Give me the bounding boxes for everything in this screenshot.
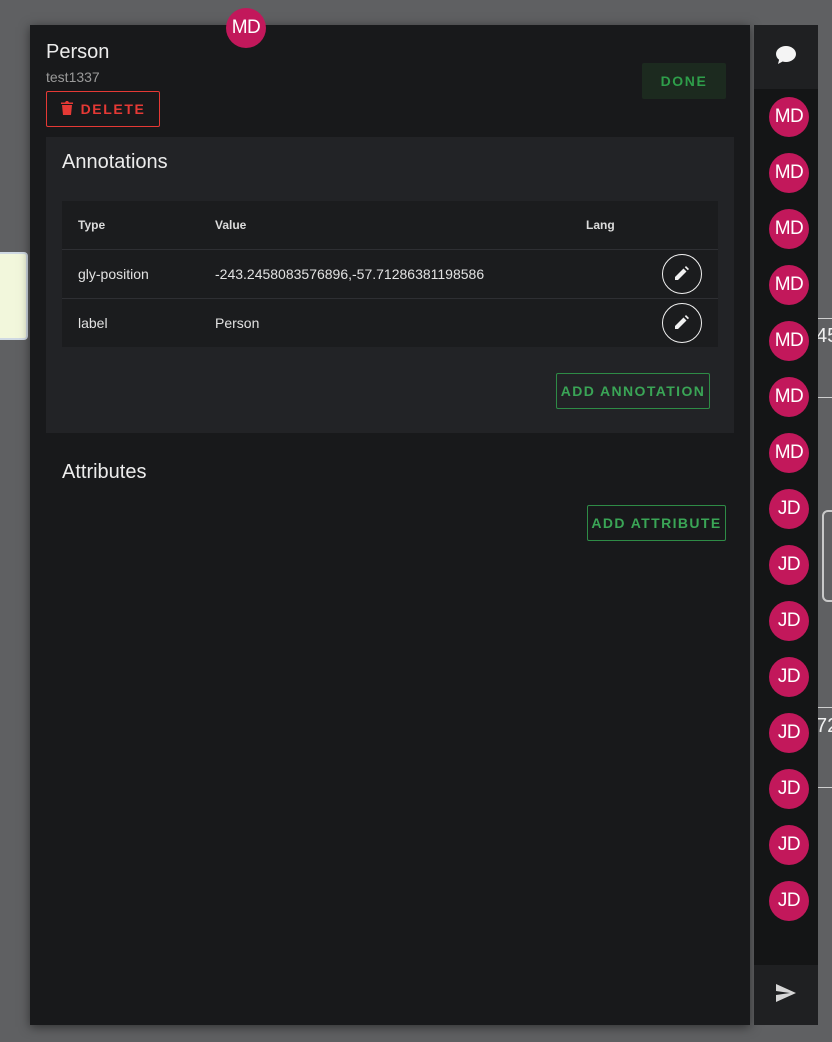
table-row: label Person bbox=[62, 299, 718, 347]
send-icon bbox=[775, 983, 797, 1008]
graph-node-left bbox=[0, 252, 28, 340]
graph-label-fragment: 72 bbox=[816, 715, 832, 737]
avatar: MD bbox=[769, 321, 809, 361]
graph-edge bbox=[818, 707, 832, 708]
column-header-value: Value bbox=[215, 218, 247, 232]
chat-icon bbox=[775, 45, 797, 70]
avatar: JD bbox=[769, 489, 809, 529]
avatar: MD bbox=[769, 377, 809, 417]
entity-editor-panel: Person test1337 DELETE DONE Annotations … bbox=[30, 25, 750, 1025]
avatar: MD bbox=[769, 209, 809, 249]
edit-annotation-button[interactable] bbox=[662, 254, 702, 294]
graph-edge bbox=[818, 787, 832, 788]
table-header-row: Type Value Lang bbox=[62, 201, 718, 250]
table-row: gly-position -243.2458083576896,-57.7128… bbox=[62, 250, 718, 299]
avatar: JD bbox=[769, 713, 809, 753]
avatar: JD bbox=[769, 825, 809, 865]
delete-button-label: DELETE bbox=[80, 101, 146, 117]
avatar: JD bbox=[769, 601, 809, 641]
avatar: MD bbox=[769, 433, 809, 473]
annotations-card: Annotations Type Value Lang gly-position… bbox=[46, 137, 734, 433]
add-attribute-button[interactable]: ADD ATTRIBUTE bbox=[587, 505, 726, 541]
avatar: JD bbox=[769, 881, 809, 921]
trash-icon bbox=[60, 100, 73, 118]
entity-title: Person bbox=[46, 41, 110, 63]
pencil-icon bbox=[675, 314, 689, 332]
graph-label-fragment: 45 bbox=[816, 325, 832, 347]
attributes-title: Attributes bbox=[62, 461, 147, 483]
graph-edge bbox=[818, 318, 832, 319]
done-button[interactable]: DONE bbox=[642, 63, 726, 99]
annotations-table: Type Value Lang gly-position -243.245808… bbox=[62, 201, 718, 347]
graph-node-right bbox=[822, 510, 832, 602]
column-header-type: Type bbox=[78, 218, 106, 232]
avatar: JD bbox=[769, 769, 809, 809]
annotation-value: -243.2458083576896,-57.71286381198586 bbox=[215, 266, 485, 282]
annotation-value: Person bbox=[215, 315, 260, 331]
avatar: JD bbox=[769, 657, 809, 697]
avatar: MD bbox=[769, 153, 809, 193]
add-annotation-button[interactable]: ADD ANNOTATION bbox=[556, 373, 710, 409]
annotation-type: label bbox=[78, 315, 108, 331]
annotation-type: gly-position bbox=[78, 266, 149, 282]
avatar: MD bbox=[769, 265, 809, 305]
edit-annotation-button[interactable] bbox=[662, 303, 702, 343]
send-button[interactable] bbox=[754, 965, 818, 1025]
column-header-lang: Lang bbox=[586, 218, 615, 232]
avatar: MD bbox=[769, 97, 809, 137]
pencil-icon bbox=[675, 265, 689, 283]
delete-button[interactable]: DELETE bbox=[46, 91, 160, 127]
chat-panel: MD MD MD MD MD MD MD JD JD JD JD JD JD J… bbox=[754, 25, 818, 1025]
user-avatar: MD bbox=[226, 8, 266, 48]
avatar: JD bbox=[769, 545, 809, 585]
graph-edge bbox=[818, 397, 832, 398]
chat-toggle-button[interactable] bbox=[754, 25, 818, 89]
entity-id: test1337 bbox=[46, 69, 100, 85]
annotations-title: Annotations bbox=[62, 151, 168, 173]
chat-message-list: MD MD MD MD MD MD MD JD JD JD JD JD JD J… bbox=[769, 97, 809, 921]
